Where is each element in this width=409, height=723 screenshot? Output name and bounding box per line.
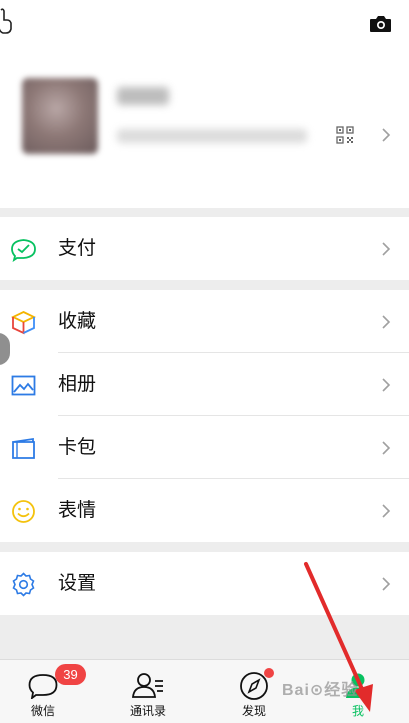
- avatar[interactable]: [22, 78, 98, 154]
- menu-item-stickers[interactable]: 表情: [0, 479, 409, 542]
- chevron-right-icon: [382, 441, 391, 455]
- tab-label-chats: 微信: [30, 704, 55, 718]
- hand-pointer-icon: [0, 8, 12, 34]
- chevron-right-icon: [382, 577, 391, 591]
- camera-icon[interactable]: [369, 14, 392, 33]
- menu-label-favorites: 收藏: [58, 311, 97, 332]
- menu-item-pay[interactable]: 支付: [0, 217, 409, 280]
- top-bar: [0, 0, 409, 46]
- chevron-right-icon: [382, 128, 391, 142]
- menu-item-favorites[interactable]: 收藏: [0, 290, 409, 353]
- watermark: Bai⊙经验: [282, 682, 359, 699]
- tab-label-discover: 发现: [241, 704, 266, 718]
- chevron-right-icon: [382, 378, 391, 392]
- chats-icon: [28, 674, 58, 699]
- pay-icon: [11, 239, 36, 262]
- new-moments-dot: [264, 668, 274, 678]
- cards-icon: [12, 437, 35, 459]
- profile-name: [117, 87, 169, 105]
- menu-label-settings: 设置: [58, 573, 97, 594]
- wechat-id: [117, 129, 307, 143]
- chevron-right-icon: [382, 504, 391, 518]
- contacts-icon: [132, 673, 163, 698]
- tab-label-contacts: 通讯录: [129, 704, 166, 718]
- menu-item-album[interactable]: 相册: [0, 353, 409, 416]
- menu-label-stickers: 表情: [58, 500, 97, 521]
- settings-gear-icon: [12, 572, 35, 597]
- menu-label-album: 相册: [58, 374, 97, 395]
- menu-label-cards: 卡包: [58, 437, 97, 458]
- chevron-right-icon: [382, 315, 391, 329]
- album-icon: [11, 375, 36, 396]
- menu-item-cards[interactable]: 卡包: [0, 416, 409, 479]
- features-group: 收藏 相册 卡包 表情: [0, 290, 409, 542]
- stickers-icon: [12, 500, 35, 523]
- profile-card[interactable]: [0, 46, 409, 208]
- tab-contacts[interactable]: 通讯录: [108, 660, 188, 723]
- qr-code-icon[interactable]: [336, 126, 354, 144]
- chevron-right-icon: [382, 242, 391, 256]
- favorites-icon: [11, 311, 36, 335]
- tab-chats[interactable]: 39 微信: [3, 660, 86, 723]
- menu-label-pay: 支付: [58, 238, 97, 259]
- pay-group: 支付: [0, 217, 409, 280]
- unread-badge: 39: [55, 664, 86, 685]
